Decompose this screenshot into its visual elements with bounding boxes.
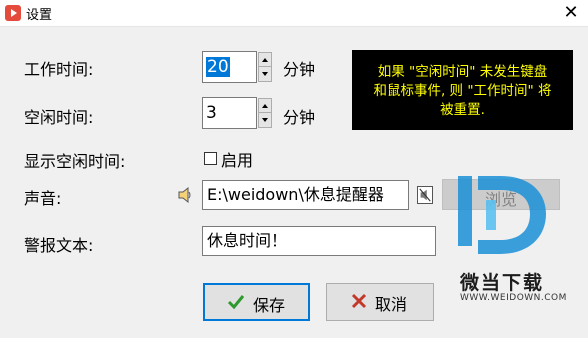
idle-time-label: 空闲时间: bbox=[24, 108, 94, 127]
enable-checkbox[interactable] bbox=[204, 152, 217, 165]
watermark-url: WWW.WEIDOWN.COM bbox=[460, 293, 567, 303]
cancel-label: 取消 bbox=[375, 295, 408, 314]
close-button[interactable]: ✕ bbox=[560, 2, 582, 24]
mute-icon[interactable] bbox=[417, 186, 433, 204]
title-bar: 设置 ✕ bbox=[0, 0, 588, 27]
work-time-label: 工作时间: bbox=[24, 60, 94, 79]
idle-time-unit: 分钟 bbox=[283, 108, 316, 127]
enable-checkbox-label[interactable]: 启用 bbox=[221, 147, 253, 171]
sound-label: 声音: bbox=[24, 189, 62, 208]
work-time-stepper[interactable] bbox=[258, 52, 272, 82]
work-time-up-arrow[interactable] bbox=[259, 53, 271, 67]
save-button[interactable]: 保存 bbox=[203, 283, 310, 321]
x-icon bbox=[351, 293, 367, 309]
idle-time-stepper[interactable] bbox=[258, 98, 272, 128]
show-idle-label: 显示空闲时间: bbox=[24, 152, 126, 171]
idle-time-input[interactable]: 3 bbox=[202, 97, 257, 129]
alert-text-value: 休息时间！ bbox=[207, 231, 288, 250]
work-time-unit: 分钟 bbox=[283, 60, 316, 79]
work-time-input[interactable]: 20 bbox=[202, 51, 257, 83]
notice-line-2: 和鼠标事件, 则 "工作时间" 将 bbox=[373, 83, 552, 99]
alert-text-input[interactable]: 休息时间！ bbox=[202, 226, 436, 256]
settings-window: 设置 ✕ 工作时间: 20 分钟 空闲时间: 3 分钟 如果 "空闲时间" 未发… bbox=[0, 0, 588, 338]
cancel-button[interactable]: 取消 bbox=[326, 283, 434, 321]
alert-text-label: 警报文本: bbox=[24, 236, 94, 255]
window-title: 设置 bbox=[26, 8, 53, 23]
check-icon bbox=[227, 295, 245, 310]
sound-path-value: E:\weidown\休息提醒器 bbox=[207, 185, 384, 204]
app-icon bbox=[5, 5, 21, 21]
watermark-name: 微当下载 bbox=[460, 272, 545, 294]
idle-time-value: 3 bbox=[206, 103, 217, 123]
idle-notice: 如果 "空闲时间" 未发生键盘 和鼠标事件, 则 "工作时间" 将 被重置. bbox=[352, 50, 573, 130]
idle-time-up-arrow[interactable] bbox=[259, 99, 271, 113]
watermark-logo bbox=[458, 176, 546, 254]
save-label: 保存 bbox=[253, 296, 286, 315]
sound-path-input[interactable]: E:\weidown\休息提醒器 bbox=[202, 180, 409, 210]
work-time-value: 20 bbox=[206, 57, 230, 77]
speaker-icon[interactable] bbox=[177, 186, 193, 204]
idle-time-down-arrow[interactable] bbox=[259, 113, 271, 127]
work-time-down-arrow[interactable] bbox=[259, 67, 271, 81]
notice-line-3: 被重置. bbox=[440, 102, 485, 118]
notice-line-1: 如果 "空闲时间" 未发生键盘 bbox=[377, 64, 548, 80]
